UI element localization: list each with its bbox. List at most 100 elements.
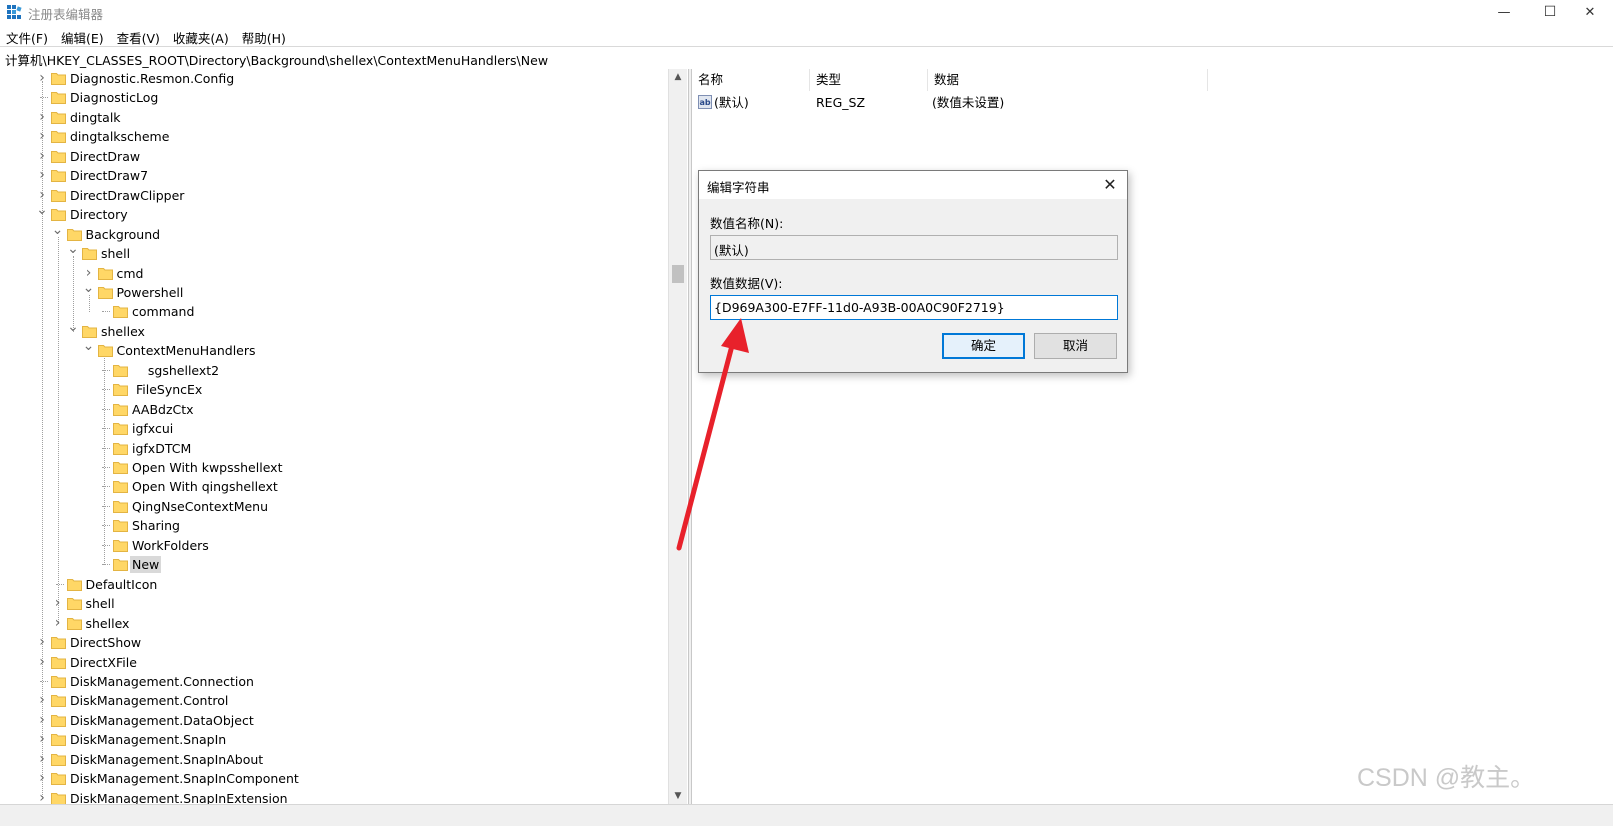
menu-edit[interactable]: 编辑(E) [55, 26, 111, 46]
tree-item[interactable]: WorkFolders [0, 536, 660, 555]
tree-item-label[interactable]: New [130, 556, 162, 574]
scroll-thumb[interactable] [672, 265, 684, 283]
tree-item[interactable]: Open With qingshellext [0, 477, 660, 496]
tree-item[interactable]: DiskManagement.Connection [0, 672, 660, 691]
chevron-right-icon[interactable]: › [36, 168, 48, 182]
tree-item[interactable]: QingNseContextMenu [0, 497, 660, 516]
chevron-down-icon[interactable]: ⌄ [67, 320, 79, 334]
tree-item-label[interactable]: DiskManagement.SnapInAbout [68, 751, 265, 768]
tree-item[interactable]: › dingtalk [0, 108, 660, 127]
tree-item[interactable]: AABdzCtx [0, 400, 660, 419]
tree-item[interactable]: igfxDTCM [0, 439, 660, 458]
chevron-down-icon[interactable]: ⌄ [67, 242, 79, 256]
tree-item-label[interactable]: Open With kwpsshellext [130, 459, 284, 476]
tree-item-label[interactable]: DiskManagement.DataObject [68, 712, 256, 729]
chevron-right-icon[interactable]: › [36, 655, 48, 669]
tree-item[interactable]: Open With kwpsshellext [0, 458, 660, 477]
chevron-right-icon[interactable]: › [36, 713, 48, 727]
cancel-button[interactable]: 取消 [1034, 333, 1117, 359]
chevron-right-icon[interactable]: › [36, 71, 48, 85]
tree-item-label[interactable]: DiskManagement.SnapIn [68, 731, 228, 748]
tree-item[interactable]: FileSyncEx [0, 380, 660, 399]
close-button[interactable]: ✕ [1567, 0, 1613, 24]
tree-item[interactable]: DiagnosticLog [0, 88, 660, 107]
tree-item[interactable]: › DiskManagement.SnapInComponent [0, 769, 660, 788]
tree-item-label[interactable]: igfxDTCM [130, 440, 193, 457]
tree-item-label[interactable]: dingtalk [68, 109, 123, 126]
tree-item[interactable]: ⌄ shell [0, 242, 660, 263]
chevron-right-icon[interactable]: › [52, 616, 64, 630]
chevron-right-icon[interactable]: › [36, 149, 48, 163]
tree-item-label[interactable]: Powershell [115, 284, 186, 301]
tree-item[interactable]: › DirectDraw7 [0, 166, 660, 185]
tree-item-label[interactable]: shell [99, 245, 132, 262]
scroll-down-arrow-icon[interactable]: ▼ [669, 788, 687, 804]
tree-item-label[interactable]: Open With qingshellext [130, 478, 280, 495]
tree-item[interactable]: › DiskManagement.SnapInExtension [0, 789, 660, 804]
tree-item[interactable]: ⌄ ContextMenuHandlers [0, 339, 660, 360]
chevron-right-icon[interactable]: › [36, 791, 48, 804]
column-header-data[interactable]: 数据 [928, 69, 1208, 91]
tree-item-label[interactable]: DiskManagement.SnapInExtension [68, 790, 290, 804]
tree-item[interactable]: ⌄ Directory [0, 203, 660, 224]
tree-item-label[interactable]: DirectXFile [68, 654, 139, 671]
tree-item-label[interactable]: DirectDrawClipper [68, 187, 186, 204]
tree-item[interactable]: › DiskManagement.SnapIn [0, 730, 660, 749]
tree-item[interactable]: › DirectDraw [0, 147, 660, 166]
value-name-cell[interactable]: (默认) [714, 94, 749, 112]
menu-file[interactable]: 文件(F) [0, 26, 55, 46]
address-bar[interactable]: 计算机\HKEY_CLASSES_ROOT\Directory\Backgrou… [0, 46, 1613, 70]
chevron-right-icon[interactable]: › [36, 129, 48, 143]
chevron-right-icon[interactable]: › [52, 596, 64, 610]
chevron-right-icon[interactable]: › [36, 771, 48, 785]
tree-item-label[interactable]: igfxcui [130, 420, 175, 437]
tree-item[interactable]: › cmd [0, 264, 660, 283]
tree-item-label[interactable]: Sharing [130, 517, 182, 534]
tree-item-label[interactable]: QingNseContextMenu [130, 498, 270, 515]
tree-item[interactable]: ⌄ Powershell [0, 281, 660, 302]
tree-item-label[interactable]: command [130, 303, 196, 320]
chevron-right-icon[interactable]: › [36, 188, 48, 202]
tree-item-label[interactable]: WorkFolders [130, 537, 211, 554]
column-header-name[interactable]: 名称 [692, 69, 810, 91]
value-data-input[interactable] [710, 295, 1118, 320]
tree-item-label[interactable]: Directory [68, 206, 130, 223]
tree-item-label[interactable]: FileSyncEx [130, 381, 204, 398]
tree-item-label[interactable]: DirectShow [68, 634, 143, 651]
tree-item[interactable]: › DiskManagement.SnapInAbout [0, 750, 660, 769]
tree-item[interactable]: DefaultIcon [0, 575, 660, 594]
tree-item-label[interactable]: shellex [84, 615, 132, 632]
minimize-button[interactable]: — [1481, 0, 1527, 24]
chevron-down-icon[interactable]: ⌄ [36, 203, 48, 217]
chevron-down-icon[interactable]: ⌄ [83, 281, 95, 295]
tree-item-label[interactable]: DirectDraw [68, 148, 142, 165]
chevron-down-icon[interactable]: ⌄ [83, 339, 95, 353]
tree-item[interactable]: › DirectDrawClipper [0, 186, 660, 205]
tree-scrollbar[interactable]: ▲ ▼ [668, 69, 687, 804]
tree-item-label[interactable]: DiskManagement.Connection [68, 673, 256, 690]
tree-item[interactable]: › dingtalkscheme [0, 127, 660, 146]
tree-item-label[interactable]: ContextMenuHandlers [115, 342, 258, 359]
tree-item[interactable]: › Diagnostic.Resmon.Config [0, 69, 660, 88]
chevron-right-icon[interactable]: › [36, 732, 48, 746]
chevron-right-icon[interactable]: › [36, 110, 48, 124]
tree-item[interactable]: › DirectShow [0, 633, 660, 652]
tree-item[interactable]: New [0, 555, 660, 574]
scroll-up-arrow-icon[interactable]: ▲ [669, 69, 687, 85]
ok-button[interactable]: 确定 [942, 333, 1025, 359]
tree-item[interactable]: ⌄ Background [0, 223, 660, 244]
tree-item-label[interactable]: Background [84, 226, 163, 243]
address-path[interactable]: 计算机\HKEY_CLASSES_ROOT\Directory\Backgrou… [5, 50, 548, 69]
tree-item-label[interactable]: Diagnostic.Resmon.Config [68, 70, 236, 87]
tree-item-label[interactable]: shell [84, 595, 117, 612]
menu-favorites[interactable]: 收藏夹(A) [167, 26, 236, 46]
tree-item[interactable]: › DiskManagement.DataObject [0, 711, 660, 730]
tree-item-label[interactable]: shellex [99, 323, 147, 340]
chevron-right-icon[interactable]: › [36, 693, 48, 707]
chevron-right-icon[interactable]: › [83, 266, 95, 280]
tree-item[interactable]: ⌄ shellex [0, 320, 660, 341]
tree-item-label[interactable]: DirectDraw7 [68, 167, 150, 184]
tree-item[interactable]: › DirectXFile [0, 653, 660, 672]
tree-item[interactable]: › shell [0, 594, 660, 613]
chevron-down-icon[interactable]: ⌄ [52, 223, 64, 237]
